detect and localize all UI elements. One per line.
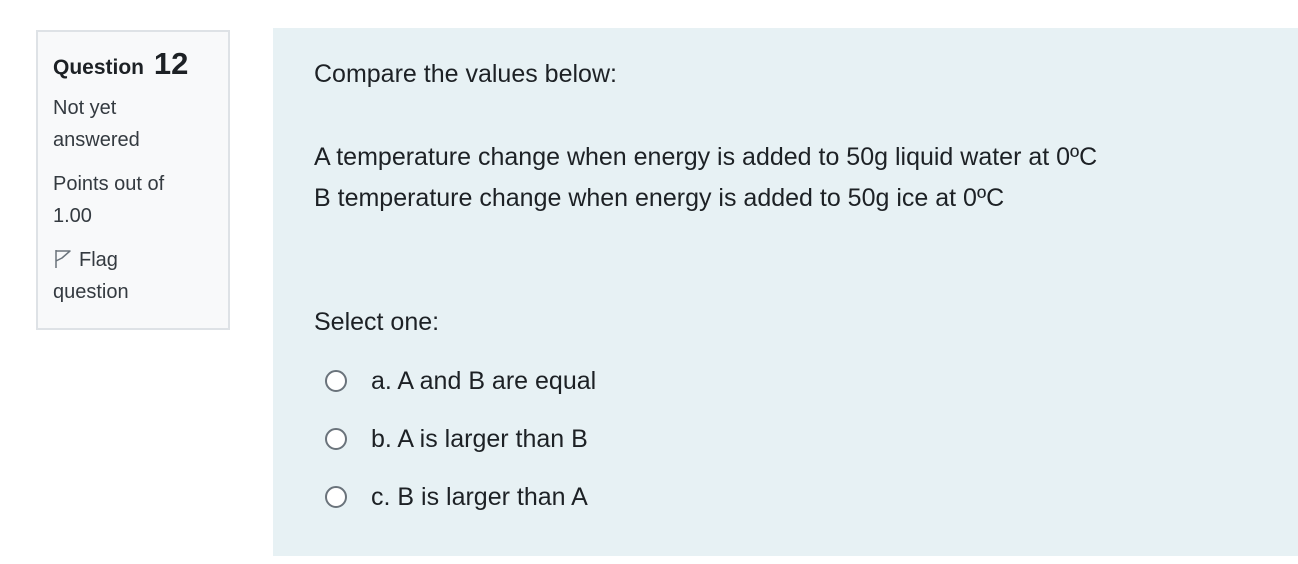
question-info-panel: Question 12 Not yet answered Points out … [36, 30, 230, 330]
radio-button[interactable] [325, 428, 347, 450]
radio-button[interactable] [325, 486, 347, 508]
answer-option-label[interactable]: c. B is larger than A [371, 483, 588, 512]
radio-button[interactable] [325, 370, 347, 392]
select-one-prompt: Select one: [314, 308, 440, 336]
question-grade-line: 1.00 [53, 205, 92, 227]
question-line-b: B temperature change when energy is adde… [314, 184, 1005, 212]
flag-label: Flag [79, 249, 118, 271]
question-number: 12 [153, 46, 189, 81]
flag-label: question [53, 281, 129, 303]
question-state-line: answered [53, 129, 140, 151]
question-state-line: Not yet [53, 97, 117, 119]
question-label: Question [53, 56, 145, 79]
question-state: Not yet answered [53, 92, 213, 156]
flag-icon [53, 249, 79, 271]
answer-option-c[interactable]: c. B is larger than A [325, 468, 1257, 526]
question-grade-line: Points out of [53, 173, 165, 195]
question-intro: Compare the values below: [314, 60, 617, 88]
answer-option-a[interactable]: a. A and B are equal [325, 352, 1257, 410]
question-grade: Points out of 1.00 [53, 168, 213, 232]
answer-option-b[interactable]: b. A is larger than B [325, 410, 1257, 468]
question-content: Compare the values below: A temperature … [273, 28, 1298, 556]
answer-option-label[interactable]: b. A is larger than B [371, 425, 588, 454]
question-number-heading: Question 12 [53, 46, 213, 86]
flag-question-link[interactable]: Flag question [53, 244, 213, 308]
question-line-a: A temperature change when energy is adde… [314, 143, 1098, 171]
answer-option-label[interactable]: a. A and B are equal [371, 367, 596, 396]
